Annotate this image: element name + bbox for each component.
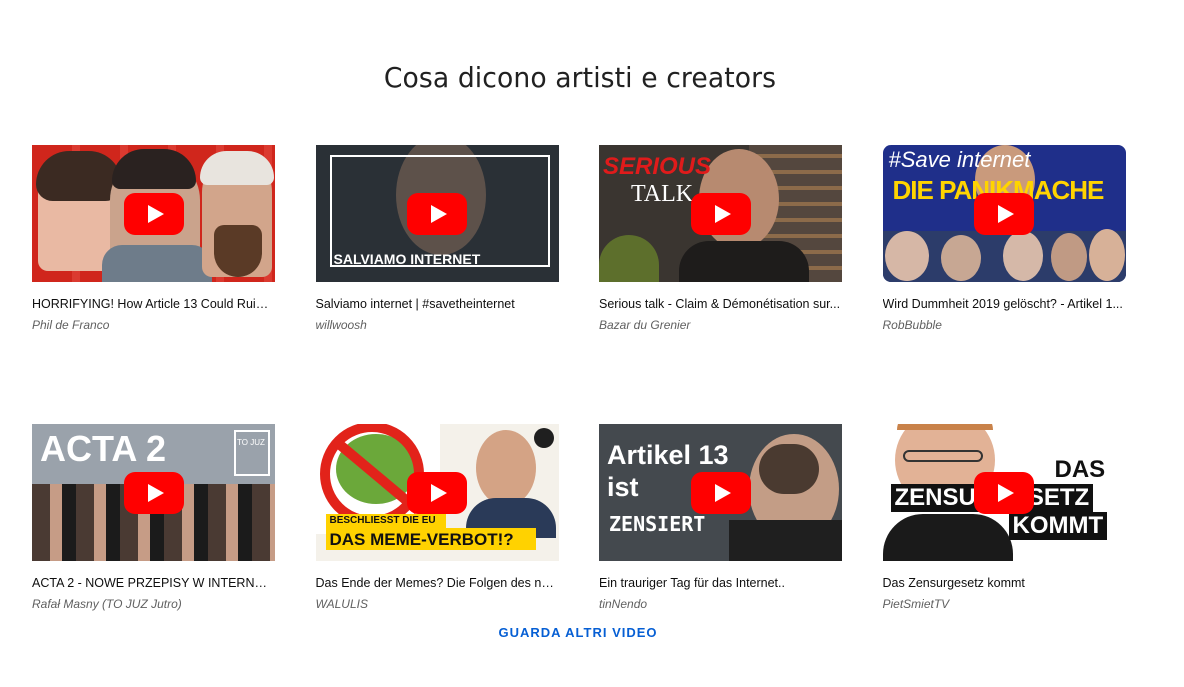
video-card[interactable]: #Save internet DIE PANIKMACHE Wird Dummh… xyxy=(882,145,1126,332)
video-card[interactable]: Artikel 13 ist ZENSIERT Ein trauriger Ta… xyxy=(599,424,842,611)
video-thumbnail[interactable]: Artikel 13 ist ZENSIERT xyxy=(599,424,842,561)
video-thumbnail[interactable] xyxy=(32,145,275,282)
video-title[interactable]: Ein trauriger Tag für das Internet.. xyxy=(599,575,842,591)
channel-name[interactable]: Bazar du Grenier xyxy=(599,318,842,332)
video-card[interactable]: SALVIAMO INTERNET Salviamo internet | #s… xyxy=(315,145,559,332)
video-title[interactable]: Salviamo internet | #savetheinternet xyxy=(316,296,559,312)
video-thumbnail[interactable]: ACTA 2 TO JUZ xyxy=(32,424,275,561)
play-icon xyxy=(690,192,751,235)
more-videos-button[interactable]: GUARDA ALTRI VIDEO xyxy=(498,625,657,640)
play-icon xyxy=(690,471,751,514)
play-icon xyxy=(407,471,467,514)
video-card[interactable]: HORRIFYING! How Article 13 Could Ruin ..… xyxy=(32,145,275,332)
play-icon xyxy=(407,192,467,235)
video-title[interactable]: Wird Dummheit 2019 gelöscht? - Artikel 1… xyxy=(883,296,1126,312)
video-card[interactable]: DAS ZENSURGESETZ KOMMT Das Zensurgesetz … xyxy=(882,424,1126,611)
video-thumbnail[interactable]: DAS ZENSURGESETZ KOMMT xyxy=(882,424,1126,561)
channel-name[interactable]: Rafał Masny (TO JUZ Jutro) xyxy=(32,597,275,611)
channel-name[interactable]: WALULIS xyxy=(316,597,559,611)
video-grid: HORRIFYING! How Article 13 Could Ruin ..… xyxy=(32,145,1126,611)
channel-name[interactable]: tinNendo xyxy=(599,597,842,611)
video-title[interactable]: Serious talk - Claim & Démonétisation su… xyxy=(599,296,842,312)
play-icon xyxy=(974,471,1034,514)
video-thumbnail[interactable]: SERIOUS TALK xyxy=(599,145,842,282)
thumbnail-text: BESCHLIESST DIE EU xyxy=(329,515,436,526)
channel-name[interactable]: PietSmietTV xyxy=(883,597,1126,611)
section-title: Cosa dicono artisti e creators xyxy=(383,61,777,95)
video-title[interactable]: HORRIFYING! How Article 13 Could Ruin ..… xyxy=(32,296,275,312)
thumbnail-text: Artikel 13 xyxy=(607,440,729,470)
thumbnail-text: #Save internet xyxy=(888,147,1031,172)
play-icon xyxy=(123,192,184,235)
thumbnail-text: DAS xyxy=(1054,456,1106,484)
video-title[interactable]: Das Ende der Memes? Die Folgen des neu..… xyxy=(316,575,559,591)
play-icon xyxy=(974,192,1034,235)
channel-name[interactable]: Phil de Franco xyxy=(32,318,275,332)
channel-name[interactable]: willwoosh xyxy=(316,318,559,332)
thumbnail-text: ZENSIERT xyxy=(609,512,706,536)
video-title[interactable]: ACTA 2 - NOWE PRZEPISY W INTERNECIE xyxy=(32,575,275,591)
video-card[interactable]: ACTA 2 TO JUZ ACTA 2 - NOWE PRZEPISY W I… xyxy=(32,424,275,611)
thumbnail-text: KOMMT xyxy=(1008,512,1108,540)
thumbnail-text: SERIOUS xyxy=(603,153,712,180)
thumbnail-text: ACTA 2 xyxy=(40,428,166,469)
video-title[interactable]: Das Zensurgesetz kommt xyxy=(883,575,1126,591)
thumbnail-text: DAS MEME-VERBOT!? xyxy=(329,530,514,549)
thumbnail-text: TALK xyxy=(631,181,694,207)
video-card[interactable]: BESCHLIESST DIE EU DAS MEME-VERBOT!? Das… xyxy=(315,424,559,611)
video-thumbnail[interactable]: #Save internet DIE PANIKMACHE xyxy=(882,145,1126,282)
thumbnail-text: ist xyxy=(607,472,639,502)
play-icon xyxy=(123,471,184,514)
thumbnail-text: SALVIAMO INTERNET xyxy=(333,251,481,267)
more-videos-container: GUARDA ALTRI VIDEO xyxy=(0,624,1156,642)
thumbnail-logo-text: TO JUZ xyxy=(237,438,265,447)
video-thumbnail[interactable]: SALVIAMO INTERNET xyxy=(315,145,559,282)
video-card[interactable]: SERIOUS TALK Serious talk - Claim & Démo… xyxy=(599,145,842,332)
channel-name[interactable]: RobBubble xyxy=(883,318,1126,332)
video-thumbnail[interactable]: BESCHLIESST DIE EU DAS MEME-VERBOT!? xyxy=(315,424,559,561)
